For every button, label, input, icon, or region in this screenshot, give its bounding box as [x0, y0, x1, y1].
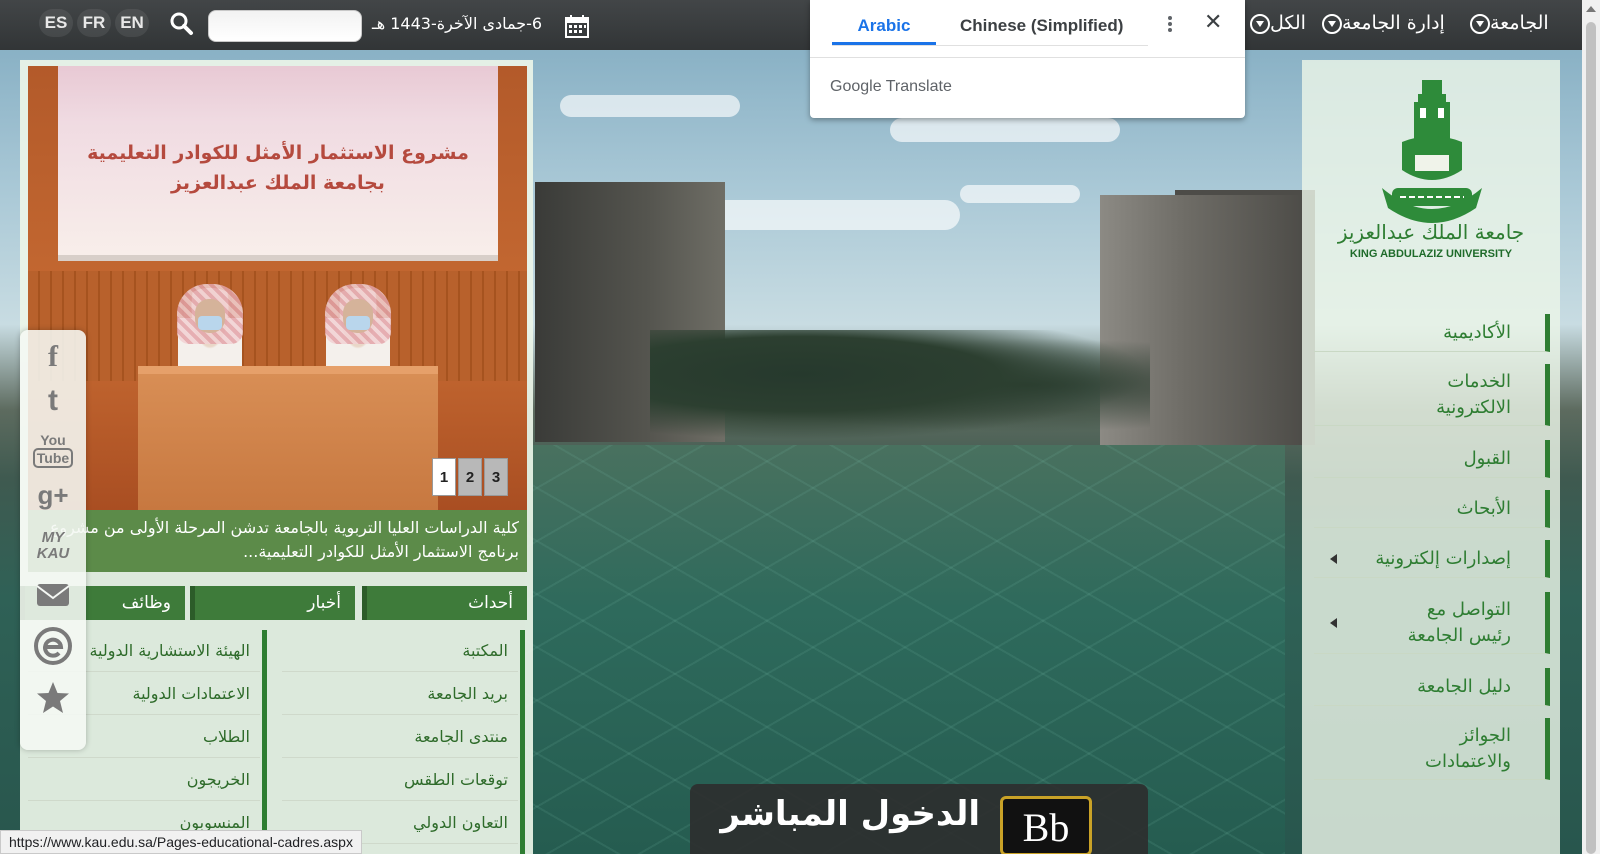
list-item[interactable]: المكتبة	[282, 630, 518, 672]
chevron-down-icon	[1250, 13, 1270, 34]
mail-icon[interactable]	[33, 580, 73, 616]
top-menu-university-label: الجامعة	[1490, 12, 1549, 34]
search-icon[interactable]	[168, 10, 196, 38]
expand-arrow-icon	[1330, 553, 1337, 564]
close-icon[interactable]: ✕	[1204, 10, 1222, 35]
active-tab-indicator	[832, 42, 936, 45]
nav-item-label: الخدمات الالكترونية	[1436, 370, 1511, 418]
google-translate-popup: Arabic Chinese (Simplified) ✕ Google Tra…	[810, 0, 1245, 118]
projection-screen: مشروع الاستثمار الأمثل للكوادر التعليمية…	[58, 66, 498, 261]
tab-events[interactable]: أحداث	[362, 586, 527, 620]
nav-item-label: التواصل مع رئيس الجامعة	[1407, 598, 1511, 646]
list-accent-bar	[520, 630, 525, 854]
list-item[interactable]: توقعات الطقس	[282, 759, 518, 801]
tab-chinese-simplified[interactable]: Chinese (Simplified)	[960, 16, 1123, 36]
twitter-icon[interactable]: t	[33, 384, 73, 420]
top-menu-administration-label: إدارة الجامعة	[1342, 12, 1445, 34]
nav-item-e-services[interactable]: الخدمات الالكترونية	[1314, 364, 1550, 426]
slider-page-3-button[interactable]: 3	[484, 458, 508, 496]
language-es-button[interactable]: ES	[39, 9, 73, 37]
scroll-up-arrow-icon[interactable]	[1586, 6, 1596, 12]
hijri-date: 6-جمادى الآخرة-1443 هـ	[372, 14, 543, 33]
social-sidebar: f t You Tube g+ MY KAU	[20, 330, 86, 750]
tab-arabic[interactable]: Arabic	[832, 16, 936, 36]
blackboard-direct-login-banner[interactable]: الدخول المباشر Bb	[690, 784, 1148, 854]
language-en-button[interactable]: EN	[115, 9, 149, 37]
university-name-english: KING ABDULAZIZ UNIVERSITY	[1349, 248, 1513, 260]
university-logo-emblem[interactable]	[1362, 70, 1502, 230]
nav-item-academics[interactable]: الأكاديمية	[1314, 314, 1550, 352]
nav-item-label: القبول	[1463, 448, 1511, 469]
university-name-arabic: جامعة الملك عبدالعزيز	[1337, 220, 1525, 244]
nav-item-contact-president[interactable]: التواصل مع رئيس الجامعة	[1314, 592, 1550, 654]
left-content-panel: مشروع الاستثمار الأمثل للكوادر التعليمية…	[20, 60, 533, 854]
mykau-icon-bottom: KAU	[36, 545, 70, 562]
youtube-icon-top: You	[40, 432, 66, 448]
blackboard-logo-icon: Bb	[1000, 796, 1092, 854]
google-plus-icon[interactable]: g+	[33, 480, 73, 516]
nav-item-university-guide[interactable]: دليل الجامعة	[1314, 668, 1550, 706]
star-icon[interactable]	[33, 680, 73, 716]
slider-page-2-button[interactable]: 2	[458, 458, 482, 496]
nav-item-label: دليل الجامعة	[1417, 676, 1511, 697]
google-translate-brand: Google Translate	[830, 78, 952, 96]
more-options-icon[interactable]	[1164, 14, 1176, 36]
slider-page-1-button[interactable]: 1	[432, 458, 456, 496]
nav-item-admission[interactable]: القبول	[1314, 440, 1550, 478]
nav-item-label: الأكاديمية	[1443, 322, 1511, 343]
chevron-down-icon	[1322, 13, 1342, 34]
list-item[interactable]: منتدى الجامعة	[282, 716, 518, 758]
list-item[interactable]: بريد الجامعة	[282, 673, 518, 715]
top-menu-administration[interactable]: إدارة الجامعة	[1318, 12, 1445, 34]
youtube-icon[interactable]: You Tube	[33, 432, 73, 468]
list-item[interactable]: الخريجون	[28, 759, 260, 801]
scroll-thumb[interactable]	[1586, 22, 1596, 854]
top-menu-all-label: الكل	[1270, 12, 1306, 34]
language-fr-button[interactable]: FR	[77, 9, 111, 37]
direct-login-text: الدخول المباشر	[720, 794, 980, 834]
page-scrollbar[interactable]	[1582, 0, 1600, 854]
top-menu-all[interactable]: الكل	[1246, 12, 1306, 34]
tab-news[interactable]: أخبار	[190, 586, 355, 620]
nav-item-e-publications[interactable]: إصدارات إلكترونية	[1314, 540, 1550, 578]
nav-item-research[interactable]: الأبحاث	[1314, 490, 1550, 528]
mykau-icon-top: MY	[41, 529, 65, 546]
mykau-icon[interactable]: MY KAU	[33, 530, 73, 566]
search-input[interactable]	[208, 10, 362, 42]
top-menu-university[interactable]: الجامعة	[1466, 12, 1549, 34]
youtube-icon-bottom: Tube	[33, 448, 73, 468]
google-wordmark: Google	[830, 78, 882, 95]
status-bar-url: https://www.kau.edu.sa/Pages-educational…	[0, 830, 362, 854]
nav-item-label: الأبحاث	[1456, 498, 1511, 519]
chevron-down-icon	[1470, 13, 1490, 34]
facebook-icon[interactable]: f	[33, 340, 73, 376]
popup-divider	[810, 57, 1245, 58]
expand-arrow-icon	[1330, 617, 1337, 628]
slider-caption[interactable]: كلية الدراسات العليا التربوية بالجامعة ت…	[28, 510, 527, 572]
screen-headline-line1: مشروع الاستثمار الأمثل للكوادر التعليمية	[87, 142, 469, 164]
nav-item-label: الجوائز والاعتمادات	[1425, 724, 1511, 772]
nav-item-awards[interactable]: الجوائز والاعتمادات	[1314, 718, 1550, 780]
news-slider-image[interactable]: مشروع الاستثمار الأمثل للكوادر التعليمية…	[28, 66, 527, 510]
list-accent-bar	[262, 630, 267, 854]
right-nav-panel: جامعة الملك عبدالعزيز KING ABDULAZIZ UNI…	[1302, 60, 1560, 854]
screen-headline-line2: بجامعة الملك عبدالعزيز	[171, 172, 385, 194]
nav-item-label: إصدارات إلكترونية	[1375, 548, 1511, 569]
calendar-icon	[564, 13, 590, 39]
translate-wordmark: Translate	[885, 78, 952, 95]
screen-headline: مشروع الاستثمار الأمثل للكوادر التعليمية…	[58, 138, 498, 198]
e-services-icon[interactable]	[33, 626, 73, 665]
tab-divider	[832, 45, 1148, 46]
